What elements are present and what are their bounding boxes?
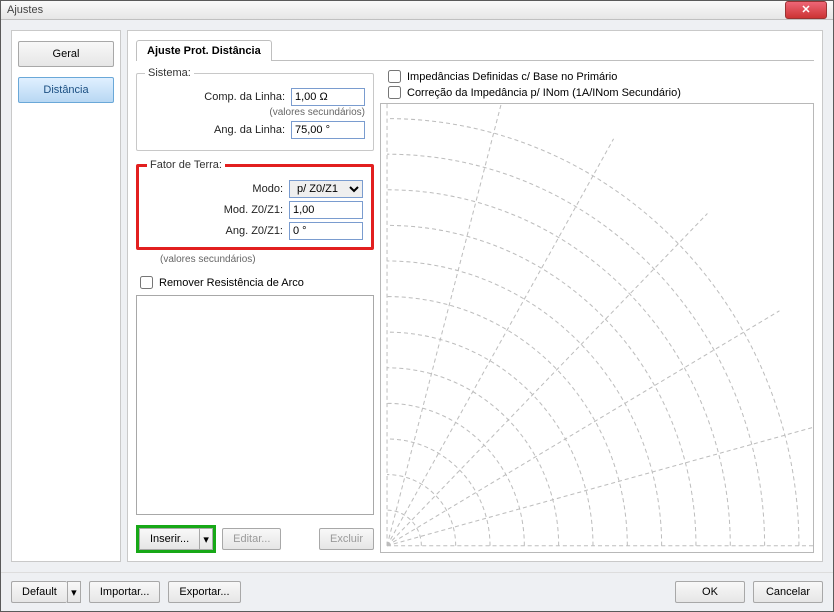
sistema-hint: (valores secundários) bbox=[145, 107, 365, 118]
sidebar-item-distancia[interactable]: Distância bbox=[18, 77, 114, 103]
exportar-button[interactable]: Exportar... bbox=[168, 581, 240, 603]
cancelar-button[interactable]: Cancelar bbox=[753, 581, 823, 603]
terra-modo-label: Modo: bbox=[147, 183, 283, 195]
sistema-group: Sistema: Comp. da Linha: (valores secund… bbox=[136, 67, 374, 151]
remover-arco-checkbox[interactable] bbox=[140, 276, 153, 289]
window-title: Ajustes bbox=[7, 4, 785, 16]
prim-label: Impedâncias Definidas c/ Base no Primári… bbox=[407, 71, 617, 83]
excluir-button[interactable]: Excluir bbox=[319, 528, 374, 550]
editar-button[interactable]: Editar... bbox=[222, 528, 281, 550]
inom-checkbox[interactable] bbox=[388, 86, 401, 99]
comp-linha-input[interactable] bbox=[291, 88, 365, 106]
sidebar-item-geral[interactable]: Geral bbox=[18, 41, 114, 67]
comp-linha-label: Comp. da Linha: bbox=[145, 91, 285, 103]
terra-mod-input[interactable] bbox=[289, 201, 363, 219]
terra-ang-input[interactable] bbox=[289, 222, 363, 240]
ang-linha-label: Ang. da Linha: bbox=[145, 124, 285, 136]
ang-linha-input[interactable] bbox=[291, 121, 365, 139]
terra-hint: (valores secundários) bbox=[160, 254, 374, 265]
prim-checkbox[interactable] bbox=[388, 70, 401, 83]
inom-label: Correção da Impedância p/ INom (1A/INom … bbox=[407, 87, 681, 99]
tab-protection[interactable]: Ajuste Prot. Distância bbox=[136, 40, 272, 61]
terra-mod-label: Mod. Z0/Z1: bbox=[147, 204, 283, 216]
default-dropdown[interactable]: ▾ bbox=[67, 581, 81, 603]
chevron-down-icon: ▾ bbox=[203, 533, 209, 546]
default-button[interactable]: Default bbox=[11, 581, 67, 603]
close-button[interactable]: ✕ bbox=[785, 1, 827, 19]
terra-ang-label: Ang. Z0/Z1: bbox=[147, 225, 283, 237]
ok-button[interactable]: OK bbox=[675, 581, 745, 603]
inserir-dropdown[interactable]: ▾ bbox=[199, 528, 213, 550]
sidebar: Geral Distância bbox=[11, 30, 121, 562]
chevron-down-icon: ▾ bbox=[71, 586, 77, 599]
close-icon: ✕ bbox=[801, 5, 810, 16]
importar-button[interactable]: Importar... bbox=[89, 581, 161, 603]
remover-arco-label: Remover Resistência de Arco bbox=[159, 277, 304, 289]
terra-group: Fator de Terra: Modo: p/ Z0/Z1 Mod. Z0/Z… bbox=[136, 159, 374, 250]
zone-list[interactable] bbox=[136, 295, 374, 515]
impedance-chart bbox=[380, 103, 814, 553]
terra-modo-select[interactable]: p/ Z0/Z1 bbox=[289, 180, 363, 198]
sistema-legend: Sistema: bbox=[145, 67, 194, 79]
terra-legend: Fator de Terra: bbox=[147, 159, 225, 171]
inserir-button[interactable]: Inserir... bbox=[139, 528, 199, 550]
